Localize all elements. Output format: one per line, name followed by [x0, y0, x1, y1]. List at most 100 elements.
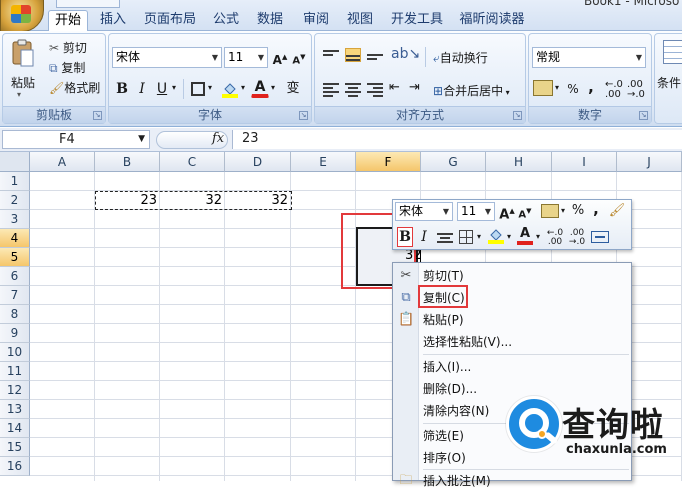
tab-home[interactable]: 开始 [48, 10, 88, 32]
align-top-icon[interactable] [323, 48, 339, 62]
mini-decrease-decimal-icon[interactable]: .00 →.0 [567, 229, 587, 249]
mini-fill-color-icon[interactable] [487, 227, 505, 245]
mini-font-combo[interactable]: 宋体 ▼ [395, 202, 453, 221]
merge-dropdown-icon[interactable]: ▾ [503, 88, 510, 97]
orientation-icon[interactable]: ab↘ [391, 46, 420, 62]
row-header[interactable]: 9 [0, 324, 30, 343]
number-format-combo[interactable]: 常规 ▼ [532, 47, 646, 68]
cut-button[interactable]: ✂ 剪切 [49, 39, 87, 56]
menu-item-delete[interactable]: 删除(D)... [393, 378, 631, 400]
row-header[interactable]: 6 [0, 267, 30, 286]
mini-currency-dropdown-icon[interactable]: ▾ [559, 201, 567, 221]
tab-view[interactable]: 视图 [344, 10, 376, 31]
align-middle-icon[interactable] [345, 48, 361, 62]
comma-button[interactable]: , [585, 77, 597, 97]
column-header[interactable]: H [486, 152, 552, 172]
column-header[interactable]: B [95, 152, 160, 172]
underline-button[interactable]: U [154, 79, 170, 99]
column-header[interactable]: C [160, 152, 225, 172]
row-header[interactable]: 12 [0, 381, 30, 400]
row-header[interactable]: 10 [0, 343, 30, 362]
mini-size-combo[interactable]: 11 ▼ [457, 202, 495, 221]
insert-function-button[interactable]: fx [212, 131, 224, 146]
chevron-down-icon[interactable]: ▼ [440, 203, 452, 220]
mini-grow-font-button[interactable]: A▲ [499, 201, 515, 222]
menu-item-paste[interactable]: 📋 粘贴(P) [393, 309, 631, 331]
mini-comma-button[interactable]: , [591, 199, 601, 219]
alignment-launcher-icon[interactable]: ↘ [513, 111, 522, 120]
mini-font-color-dropdown-icon[interactable]: ▾ [534, 227, 542, 247]
quick-access-toolbar[interactable] [56, 0, 120, 8]
row-header[interactable]: 16 [0, 457, 30, 476]
mini-font-color-button[interactable]: A [517, 225, 533, 245]
mini-format-painter-icon[interactable]: 🖌 [607, 201, 627, 221]
mini-percent-button[interactable]: % [571, 201, 585, 221]
row-header[interactable]: 1 [0, 172, 30, 191]
align-right-icon[interactable] [367, 81, 383, 97]
name-box[interactable]: F4 ▼ [2, 130, 150, 149]
paste-dropdown-icon[interactable]: ▾ [17, 90, 21, 99]
align-bottom-icon[interactable] [367, 48, 383, 62]
row-header[interactable]: 7 [0, 286, 30, 305]
select-all-corner[interactable] [0, 152, 30, 172]
font-color-dropdown-icon[interactable]: ▾ [271, 83, 275, 92]
row-header[interactable]: 13 [0, 400, 30, 419]
wrap-text-button[interactable]: ⤶自动换行 [433, 49, 488, 66]
currency-dropdown-icon[interactable]: ▾ [555, 83, 559, 92]
chevron-down-icon[interactable]: ▼ [633, 48, 645, 67]
font-color-button[interactable]: A [251, 78, 269, 98]
tab-insert[interactable]: 插入 [97, 10, 129, 31]
row-header-selected[interactable]: 5 [0, 248, 30, 267]
increase-indent-icon[interactable]: ⇥ [409, 80, 420, 95]
formula-input[interactable]: 23 [232, 130, 682, 149]
column-header[interactable]: D [225, 152, 291, 172]
fill-dropdown-icon[interactable]: ▾ [241, 83, 245, 92]
font-name-combo[interactable]: 宋体 ▼ [112, 47, 222, 68]
mini-borders-dropdown-icon[interactable]: ▾ [475, 227, 483, 247]
mini-bold-button[interactable]: B [397, 227, 413, 247]
row-header[interactable]: 14 [0, 419, 30, 438]
bold-button[interactable]: B [113, 79, 131, 99]
column-header-selected[interactable]: F [356, 152, 421, 172]
grow-font-button[interactable]: A▲ [271, 47, 289, 67]
borders-icon[interactable] [191, 82, 205, 96]
tab-developer[interactable]: 开发工具 [388, 10, 446, 31]
column-header[interactable]: I [552, 152, 617, 172]
chevron-down-icon[interactable]: ▼ [255, 48, 267, 67]
font-launcher-icon[interactable]: ↘ [299, 111, 308, 120]
menu-item-insert-comment[interactable]: 🗀 插入批注(M) [393, 470, 631, 492]
clipboard-launcher-icon[interactable]: ↘ [93, 111, 102, 120]
underline-dropdown-icon[interactable]: ▾ [172, 83, 176, 92]
paste-button[interactable]: 粘贴 [11, 74, 35, 91]
increase-decimal-icon[interactable]: ←.0.00 [605, 80, 623, 100]
font-size-combo[interactable]: 11 ▼ [224, 47, 268, 68]
column-header[interactable]: J [617, 152, 682, 172]
tab-formulas[interactable]: 公式 [210, 10, 242, 31]
align-center-icon[interactable] [345, 81, 361, 97]
percent-button[interactable]: % [565, 79, 581, 99]
borders-dropdown-icon[interactable]: ▾ [208, 83, 212, 92]
row-header-selected[interactable]: 4 [0, 229, 30, 248]
decrease-indent-icon[interactable]: ⇤ [389, 80, 400, 95]
office-button[interactable] [0, 0, 44, 32]
conditional-format-button[interactable]: 条件 [657, 74, 681, 91]
chevron-down-icon[interactable]: ▼ [482, 203, 494, 220]
mini-merge-icon[interactable] [591, 231, 609, 243]
align-left-icon[interactable] [323, 81, 339, 97]
fill-color-icon[interactable] [221, 80, 239, 98]
decrease-decimal-icon[interactable]: .00 →.0 [627, 80, 645, 100]
tab-page-layout[interactable]: 页面布局 [141, 10, 199, 31]
phonetic-button[interactable]: 变 [284, 79, 302, 99]
tab-foxit-reader[interactable]: 福昕阅读器 [456, 10, 528, 31]
menu-item-paste-special[interactable]: 选择性粘贴(V)... [393, 331, 631, 353]
menu-item-cut[interactable]: ✂ 剪切(T) [393, 265, 631, 287]
column-header[interactable]: G [421, 152, 486, 172]
row-header[interactable]: 15 [0, 438, 30, 457]
italic-button[interactable]: I [134, 79, 150, 99]
row-header[interactable]: 2 [0, 191, 30, 210]
mini-shrink-font-button[interactable]: A▼ [517, 201, 533, 221]
mini-align-center-icon[interactable] [437, 231, 453, 245]
column-header[interactable]: A [30, 152, 95, 172]
paste-icon[interactable] [11, 38, 35, 68]
mini-italic-button[interactable]: I [417, 227, 431, 247]
